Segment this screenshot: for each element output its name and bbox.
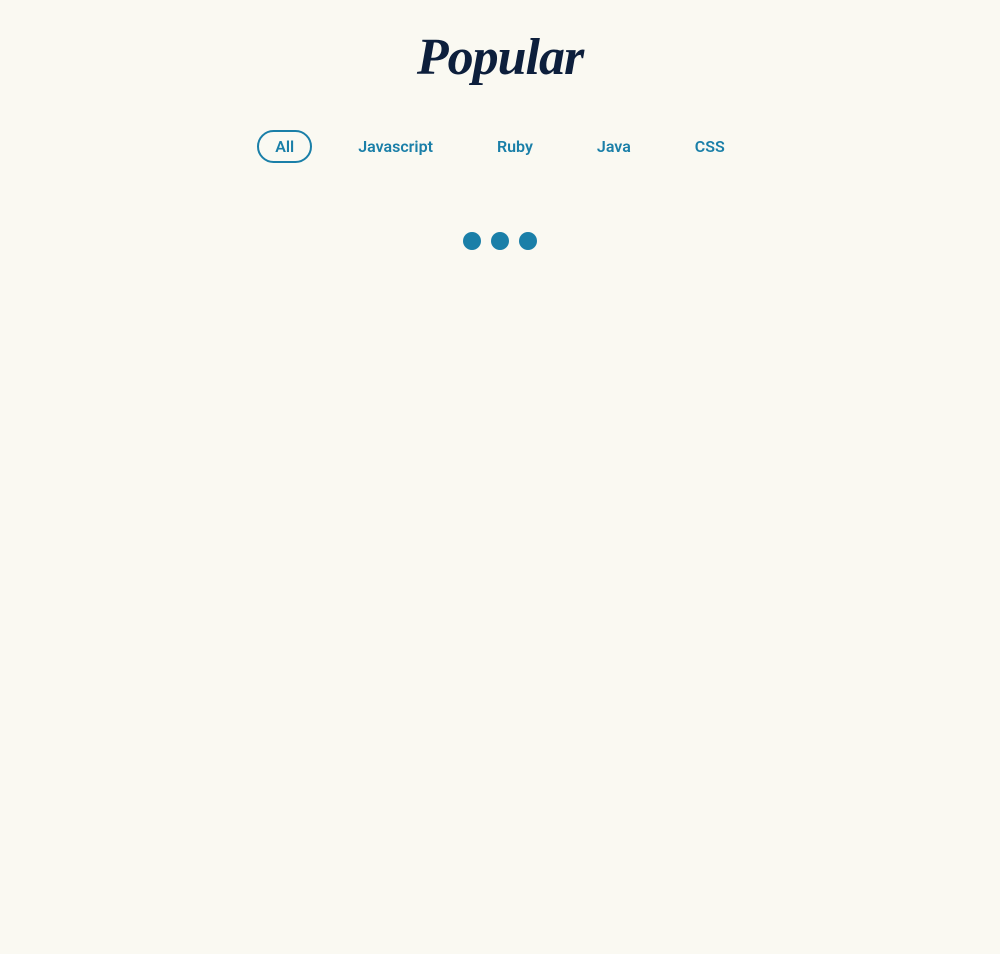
loading-dot-1 [463,232,481,250]
filter-javascript[interactable]: Javascript [340,129,451,164]
filter-css[interactable]: CSS [677,129,743,164]
loading-dot-3 [519,232,537,250]
filter-all[interactable]: All [257,130,312,163]
loading-indicator [463,232,537,250]
filter-navigation: All Javascript Ruby Java CSS [257,129,743,164]
filter-java[interactable]: Java [579,129,649,164]
loading-dot-2 [491,232,509,250]
filter-ruby[interactable]: Ruby [479,129,551,164]
page-title: Popular [417,28,583,87]
